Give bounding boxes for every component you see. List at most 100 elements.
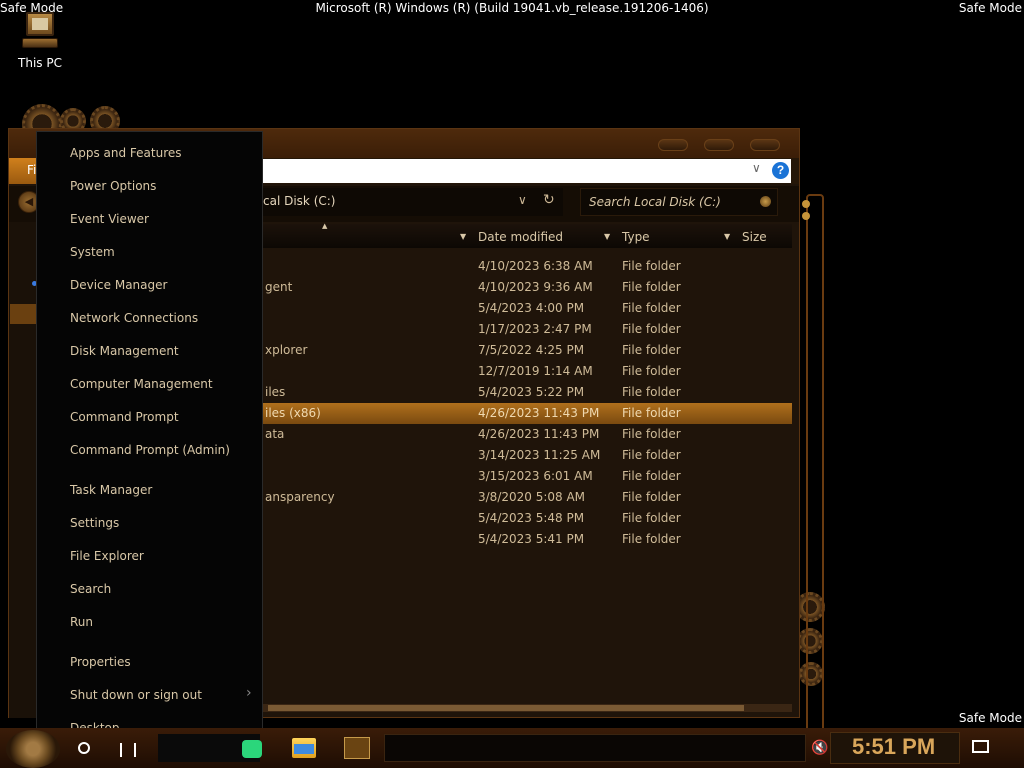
- menu-item-disk-management[interactable]: Disk Management: [70, 344, 179, 358]
- menu-item-event-viewer[interactable]: Event Viewer: [70, 212, 149, 226]
- navigation-pane[interactable]: [9, 222, 39, 718]
- file-date: 4/10/2023 6:38 AM: [478, 259, 593, 273]
- file-type: File folder: [622, 469, 681, 483]
- taskbar-running-apps-area[interactable]: [384, 734, 806, 762]
- file-name: xplorer: [265, 343, 308, 357]
- file-type: File folder: [622, 343, 681, 357]
- menu-item-command-prompt-admin[interactable]: Command Prompt (Admin): [70, 443, 230, 457]
- file-name: iles (x86): [265, 406, 321, 420]
- file-date: 4/10/2023 9:36 AM: [478, 280, 593, 294]
- file-name: gent: [265, 280, 293, 294]
- desktop-icon-this-pc[interactable]: This PC: [12, 10, 68, 70]
- file-type: File folder: [622, 301, 681, 315]
- file-date: 7/5/2022 4:25 PM: [478, 343, 585, 357]
- maximize-button[interactable]: [704, 139, 734, 151]
- file-explorer-taskbar-icon[interactable]: [292, 738, 316, 758]
- file-row[interactable]: iles 5/4/2023 5:22 PM File folder: [263, 382, 792, 403]
- task-view-icon[interactable]: [120, 743, 136, 757]
- file-type: File folder: [622, 511, 681, 525]
- menu-item-file-explorer[interactable]: File Explorer: [70, 549, 144, 563]
- start-button[interactable]: [6, 730, 60, 768]
- search-icon[interactable]: [760, 196, 771, 207]
- file-name: ansparency: [265, 490, 335, 504]
- column-type[interactable]: Type: [622, 230, 650, 244]
- action-center-icon[interactable]: [972, 740, 989, 753]
- safe-mode-label-bottom-right: Safe Mode: [958, 711, 1022, 725]
- column-filter-chevron-icon[interactable]: ▼: [460, 232, 466, 241]
- rail-knob-icon: [802, 212, 810, 220]
- menu-item-network-connections[interactable]: Network Connections: [70, 311, 198, 325]
- file-row[interactable]: 1/17/2023 2:47 PM File folder: [263, 319, 792, 340]
- file-row[interactable]: 5/4/2023 4:00 PM File folder: [263, 298, 792, 319]
- file-type: File folder: [622, 532, 681, 546]
- column-date-modified[interactable]: Date modified: [478, 230, 563, 244]
- nav-item-selected[interactable]: [10, 304, 38, 324]
- taskbar-app-icon[interactable]: [242, 740, 262, 758]
- file-row[interactable]: xplorer 7/5/2022 4:25 PM File folder: [263, 340, 792, 361]
- file-date: 12/7/2019 1:14 AM: [478, 364, 593, 378]
- submenu-chevron-right-icon: ›: [246, 685, 252, 701]
- file-row[interactable]: 12/7/2019 1:14 AM File folder: [263, 361, 792, 382]
- file-date: 5/4/2023 5:22 PM: [478, 385, 585, 399]
- file-row[interactable]: gent 4/10/2023 9:36 AM File folder: [263, 277, 792, 298]
- taskbar-pinned-app-icon[interactable]: [344, 737, 370, 759]
- menu-item-task-manager[interactable]: Task Manager: [70, 483, 152, 497]
- file-type: File folder: [622, 427, 681, 441]
- volume-muted-icon[interactable]: 🔇: [811, 740, 828, 756]
- taskbar-clock[interactable]: 5:51 PM: [852, 734, 935, 760]
- file-row[interactable]: ata 4/26/2023 11:43 PM File folder: [263, 424, 792, 445]
- sort-ascending-icon: ▲: [322, 222, 328, 230]
- close-button[interactable]: [750, 139, 780, 151]
- menu-item-run[interactable]: Run: [70, 615, 93, 629]
- file-date: 5/4/2023 5:48 PM: [478, 511, 585, 525]
- minimize-button[interactable]: [658, 139, 688, 151]
- file-type: File folder: [622, 259, 681, 273]
- file-row[interactable]: ansparency 3/8/2020 5:08 AM File folder: [263, 487, 792, 508]
- column-size[interactable]: Size: [742, 230, 767, 244]
- menu-item-apps-and-features[interactable]: Apps and Features: [70, 146, 182, 160]
- file-type: File folder: [622, 490, 681, 504]
- rail-knob-icon: [802, 200, 810, 208]
- menu-item-power-options[interactable]: Power Options: [70, 179, 156, 193]
- menu-item-device-manager[interactable]: Device Manager: [70, 278, 167, 292]
- file-row[interactable]: 4/10/2023 6:38 AM File folder: [263, 256, 792, 277]
- file-name: ata: [265, 427, 285, 441]
- file-type: File folder: [622, 280, 681, 294]
- file-row[interactable]: 3/15/2023 6:01 AM File folder: [263, 466, 792, 487]
- menu-item-computer-management[interactable]: Computer Management: [70, 377, 213, 391]
- file-row[interactable]: 5/4/2023 5:41 PM File folder: [263, 529, 792, 550]
- menu-item-properties[interactable]: Properties: [70, 655, 131, 669]
- this-pc-icon: [18, 10, 62, 52]
- taskbar-search-icon[interactable]: [78, 742, 90, 754]
- help-icon[interactable]: ?: [772, 162, 789, 179]
- file-date: 5/4/2023 4:00 PM: [478, 301, 585, 315]
- file-date: 4/26/2023 11:43 PM: [478, 427, 600, 441]
- ribbon-expand-chevron-icon[interactable]: ∨: [752, 161, 761, 175]
- file-type: File folder: [622, 385, 681, 399]
- windows-build-label: Microsoft (R) Windows (R) (Build 19041.v…: [315, 1, 709, 15]
- menu-item-system[interactable]: System: [70, 245, 115, 259]
- menu-item-search[interactable]: Search: [70, 582, 111, 596]
- address-path-text: cal Disk (C:): [263, 194, 336, 208]
- file-row[interactable]: 3/14/2023 11:25 AM File folder: [263, 445, 792, 466]
- column-filter-chevron-icon[interactable]: ▼: [724, 232, 730, 241]
- file-date: 4/26/2023 11:43 PM: [478, 406, 600, 420]
- menu-item-command-prompt[interactable]: Command Prompt: [70, 410, 179, 424]
- search-placeholder: Search Local Disk (C:): [589, 195, 721, 209]
- file-row[interactable]: 5/4/2023 5:48 PM File folder: [263, 508, 792, 529]
- horizontal-scrollbar-thumb[interactable]: [268, 705, 744, 711]
- file-date: 3/8/2020 5:08 AM: [478, 490, 586, 504]
- desktop-icon-label: This PC: [18, 56, 62, 70]
- menu-item-settings[interactable]: Settings: [70, 516, 119, 530]
- file-row-selected[interactable]: iles (x86) 4/26/2023 11:43 PM File folder: [263, 403, 792, 424]
- refresh-icon[interactable]: ↻: [543, 192, 555, 208]
- address-history-chevron-icon[interactable]: ∨: [518, 193, 527, 207]
- menu-item-shut-down-or-sign-out[interactable]: Shut down or sign out: [70, 688, 202, 702]
- column-filter-chevron-icon[interactable]: ▼: [604, 232, 610, 241]
- window-side-rail: [806, 194, 824, 742]
- file-date: 1/17/2023 2:47 PM: [478, 322, 592, 336]
- file-date: 3/14/2023 11:25 AM: [478, 448, 601, 462]
- file-type: File folder: [622, 448, 681, 462]
- file-date: 3/15/2023 6:01 AM: [478, 469, 593, 483]
- file-name: iles: [265, 385, 286, 399]
